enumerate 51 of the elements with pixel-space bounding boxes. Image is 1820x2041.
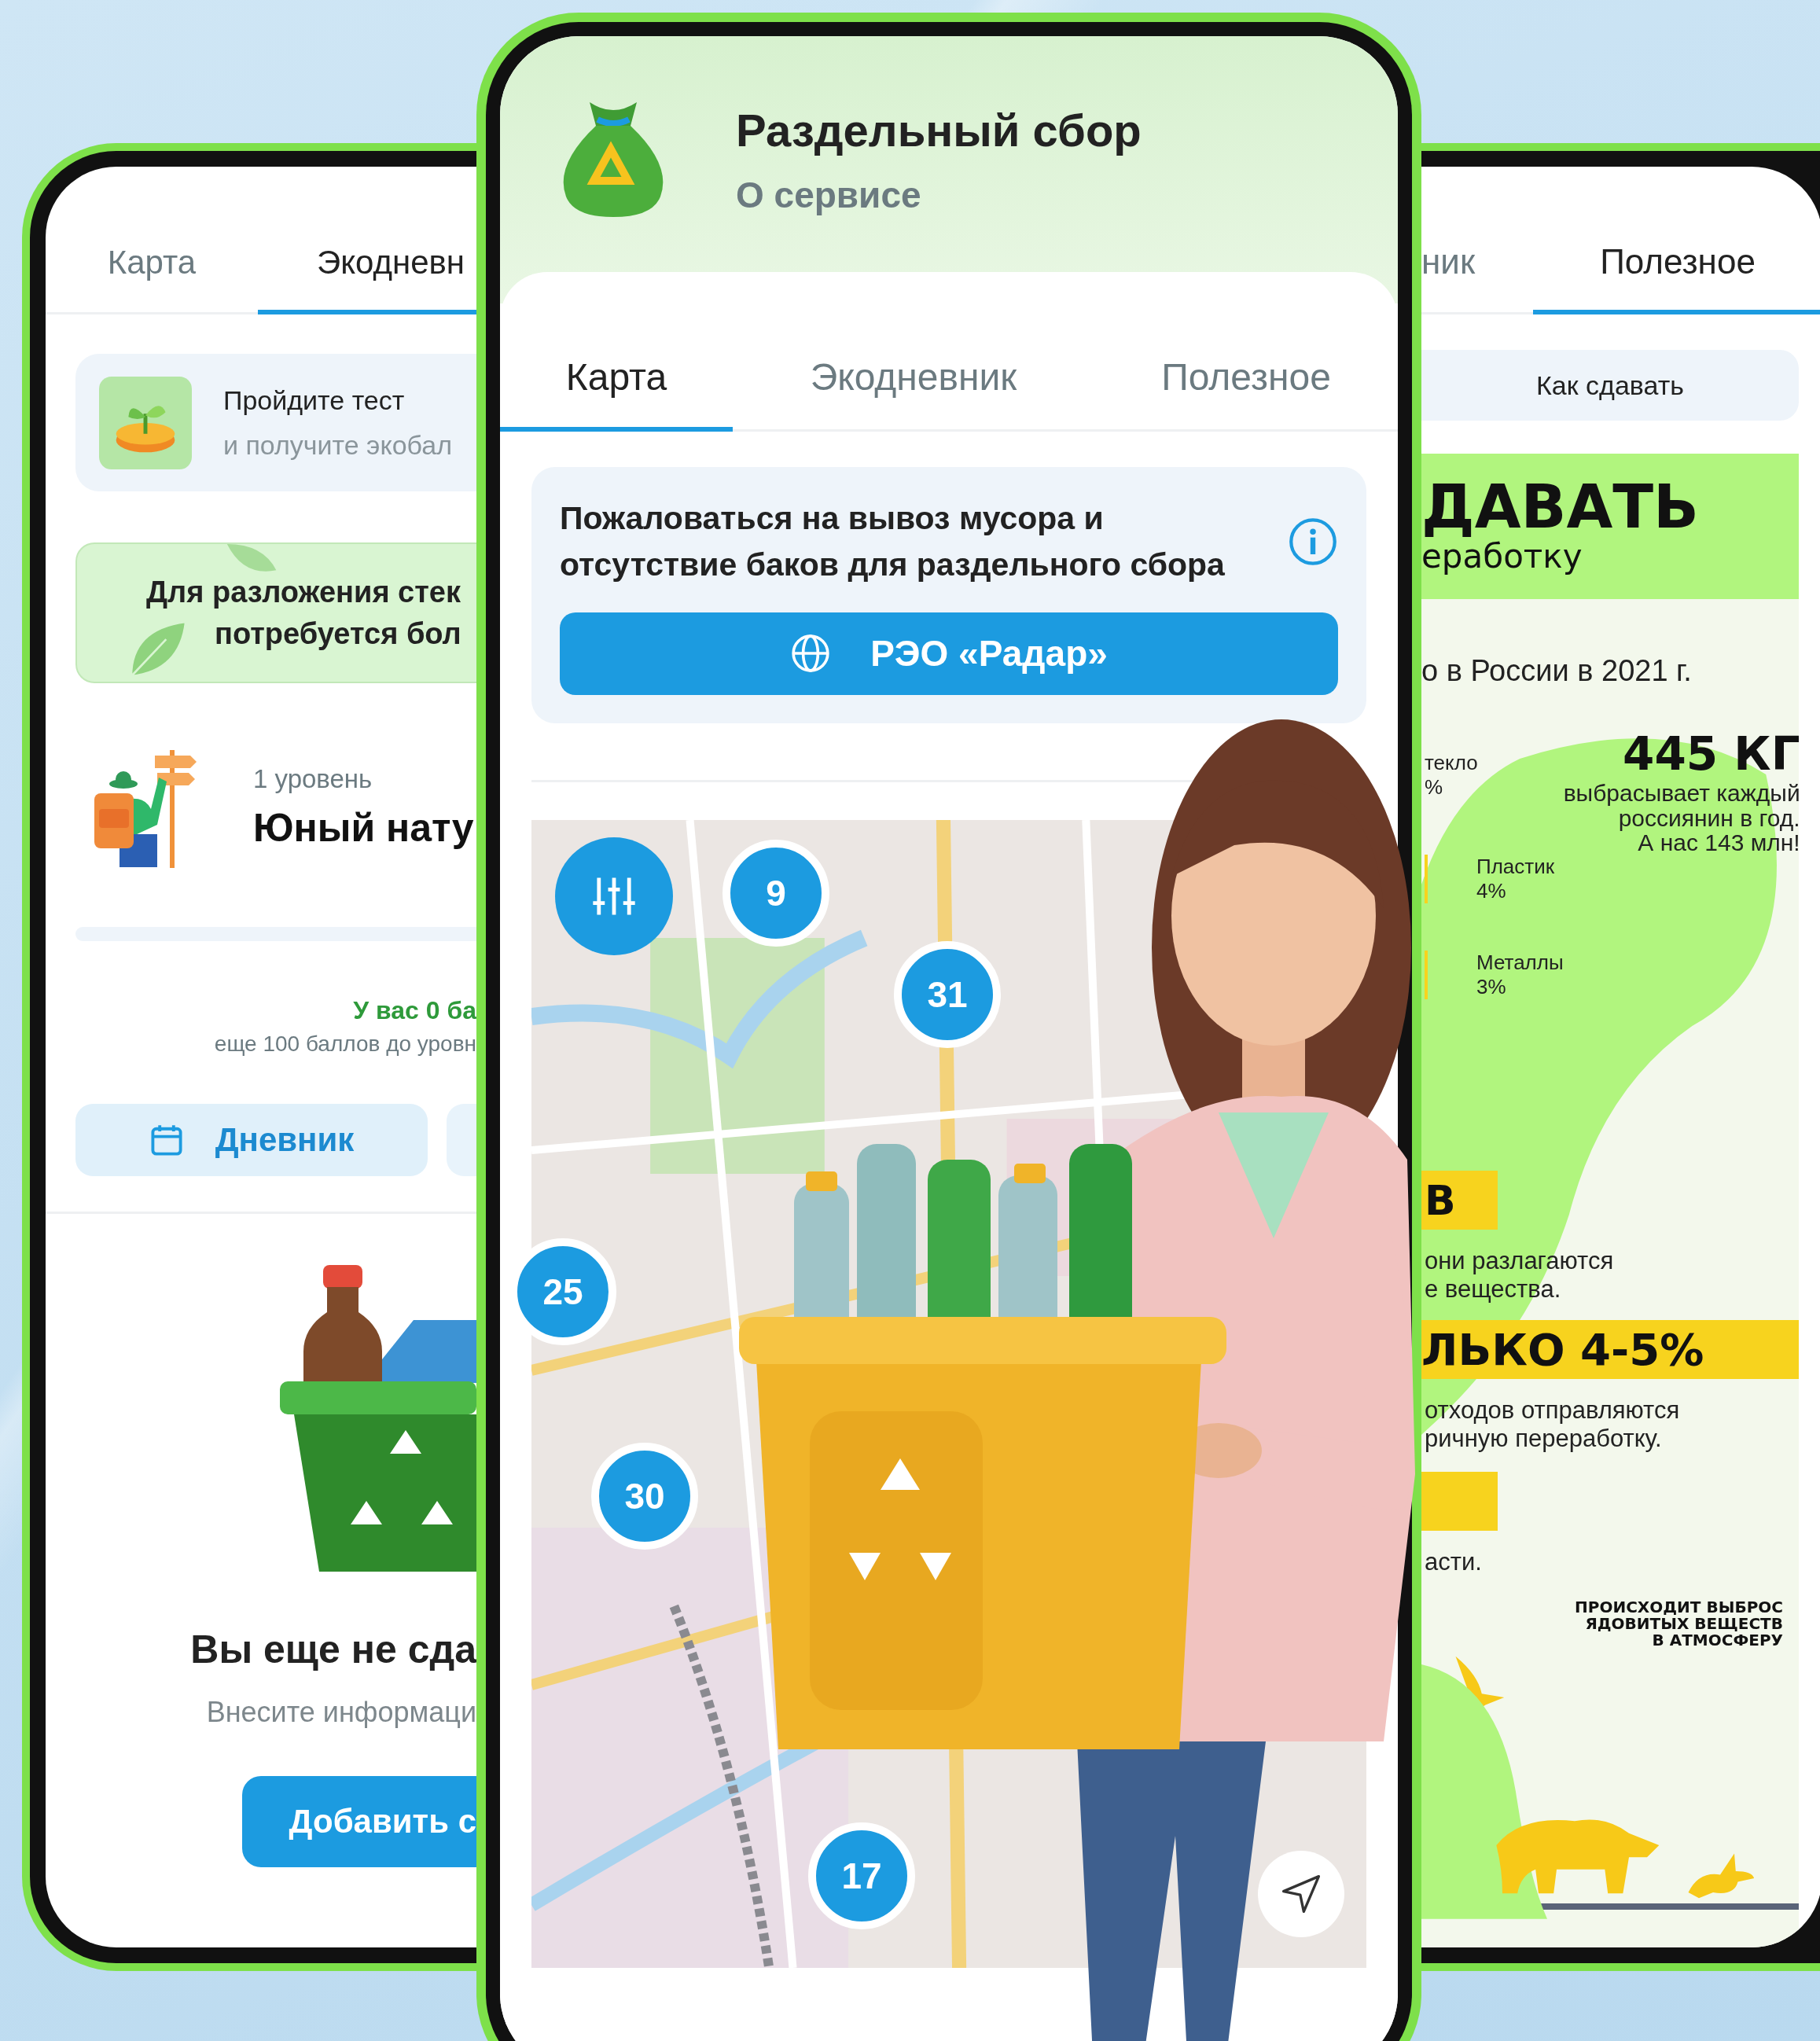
- info-icon[interactable]: [1288, 517, 1338, 568]
- caption-text: В АТМОСФЕРУ: [1652, 1632, 1783, 1649]
- tab[interactable]: ник: [1421, 242, 1533, 314]
- points-balance: У вас 0 ба: [353, 996, 476, 1025]
- share-value: 4%: [1476, 879, 1507, 903]
- share-value: %: [1425, 775, 1444, 800]
- level-label: 1 уровень: [253, 763, 373, 794]
- quiz-subtitle: и получите экобал: [223, 429, 453, 461]
- app-subtitle: О сервисе: [736, 174, 922, 216]
- caption-text: ПРОИСХОДИТ ВЫБРОС: [1575, 1599, 1783, 1616]
- share-label: Металлы: [1476, 951, 1564, 975]
- band-text: ЛЬКО 4-5%: [1421, 1324, 1704, 1376]
- infographic-text: е вещества.: [1425, 1274, 1562, 1304]
- diary-button[interactable]: Дневник: [75, 1104, 428, 1176]
- share-value: 3%: [1476, 975, 1507, 999]
- share-label: текло: [1425, 751, 1479, 775]
- level-title: Юный нату: [253, 804, 474, 851]
- infographic-text: ричную переработку.: [1425, 1424, 1663, 1453]
- infographic-heading: ДАВАТЬ: [1421, 477, 1701, 537]
- infographic-subheading: еработку: [1421, 537, 1583, 576]
- add-button[interactable]: Добавить с: [242, 1776, 476, 1867]
- radar-button[interactable]: РЭО «Радар»: [560, 612, 1338, 695]
- tab[interactable]: Карта: [46, 244, 258, 314]
- tab[interactable]: Экодневник: [733, 355, 1094, 432]
- stat-text: выбрасывает каждый: [1563, 781, 1799, 806]
- share-label: Пластик: [1476, 855, 1556, 879]
- complaint-text: Пожаловаться на вывоз мусора и отсутствие баков для раздельного сбора: [560, 499, 1226, 585]
- stat-text: россиянин в год.: [1618, 805, 1799, 830]
- points-remaining: еще 100 баллов до уровн: [214, 1032, 476, 1057]
- fact-text: Для разложения стек: [146, 575, 461, 609]
- empty-title: Вы еще не сда: [190, 1627, 476, 1672]
- app-title: Раздельный сбор: [736, 104, 1142, 156]
- infographic-text: они разлагаются: [1425, 1247, 1615, 1275]
- tab[interactable]: Полезное: [1533, 242, 1820, 314]
- sprout-coin-icon: [99, 376, 192, 469]
- calendar-icon: [149, 1123, 184, 1157]
- infographic-text: о в России в 2021 г.: [1421, 654, 1693, 688]
- section-button[interactable]: Как сдавать: [1421, 350, 1799, 421]
- quiz-card[interactable]: Пройдите тест и получите экобал: [75, 354, 476, 491]
- tab[interactable]: Полезное: [1094, 355, 1398, 432]
- tab[interactable]: Карта: [500, 355, 733, 432]
- caption-text: ЯДОВИТЫХ ВЕЩЕСТВ: [1585, 1616, 1783, 1633]
- infographic-text: асти.: [1425, 1547, 1483, 1576]
- badge-text: В: [1425, 1176, 1456, 1224]
- empty-text: Внесите информаци: [206, 1696, 476, 1729]
- stat-value: 445 КГ: [1623, 727, 1799, 781]
- globe-icon: [790, 633, 832, 675]
- stat-text: А нас 143 млн!: [1638, 830, 1799, 855]
- quiz-title: Пройдите тест: [223, 384, 406, 416]
- fact-text: потребуется бол: [215, 616, 461, 651]
- infographic-text: отходов отправляются: [1425, 1396, 1681, 1425]
